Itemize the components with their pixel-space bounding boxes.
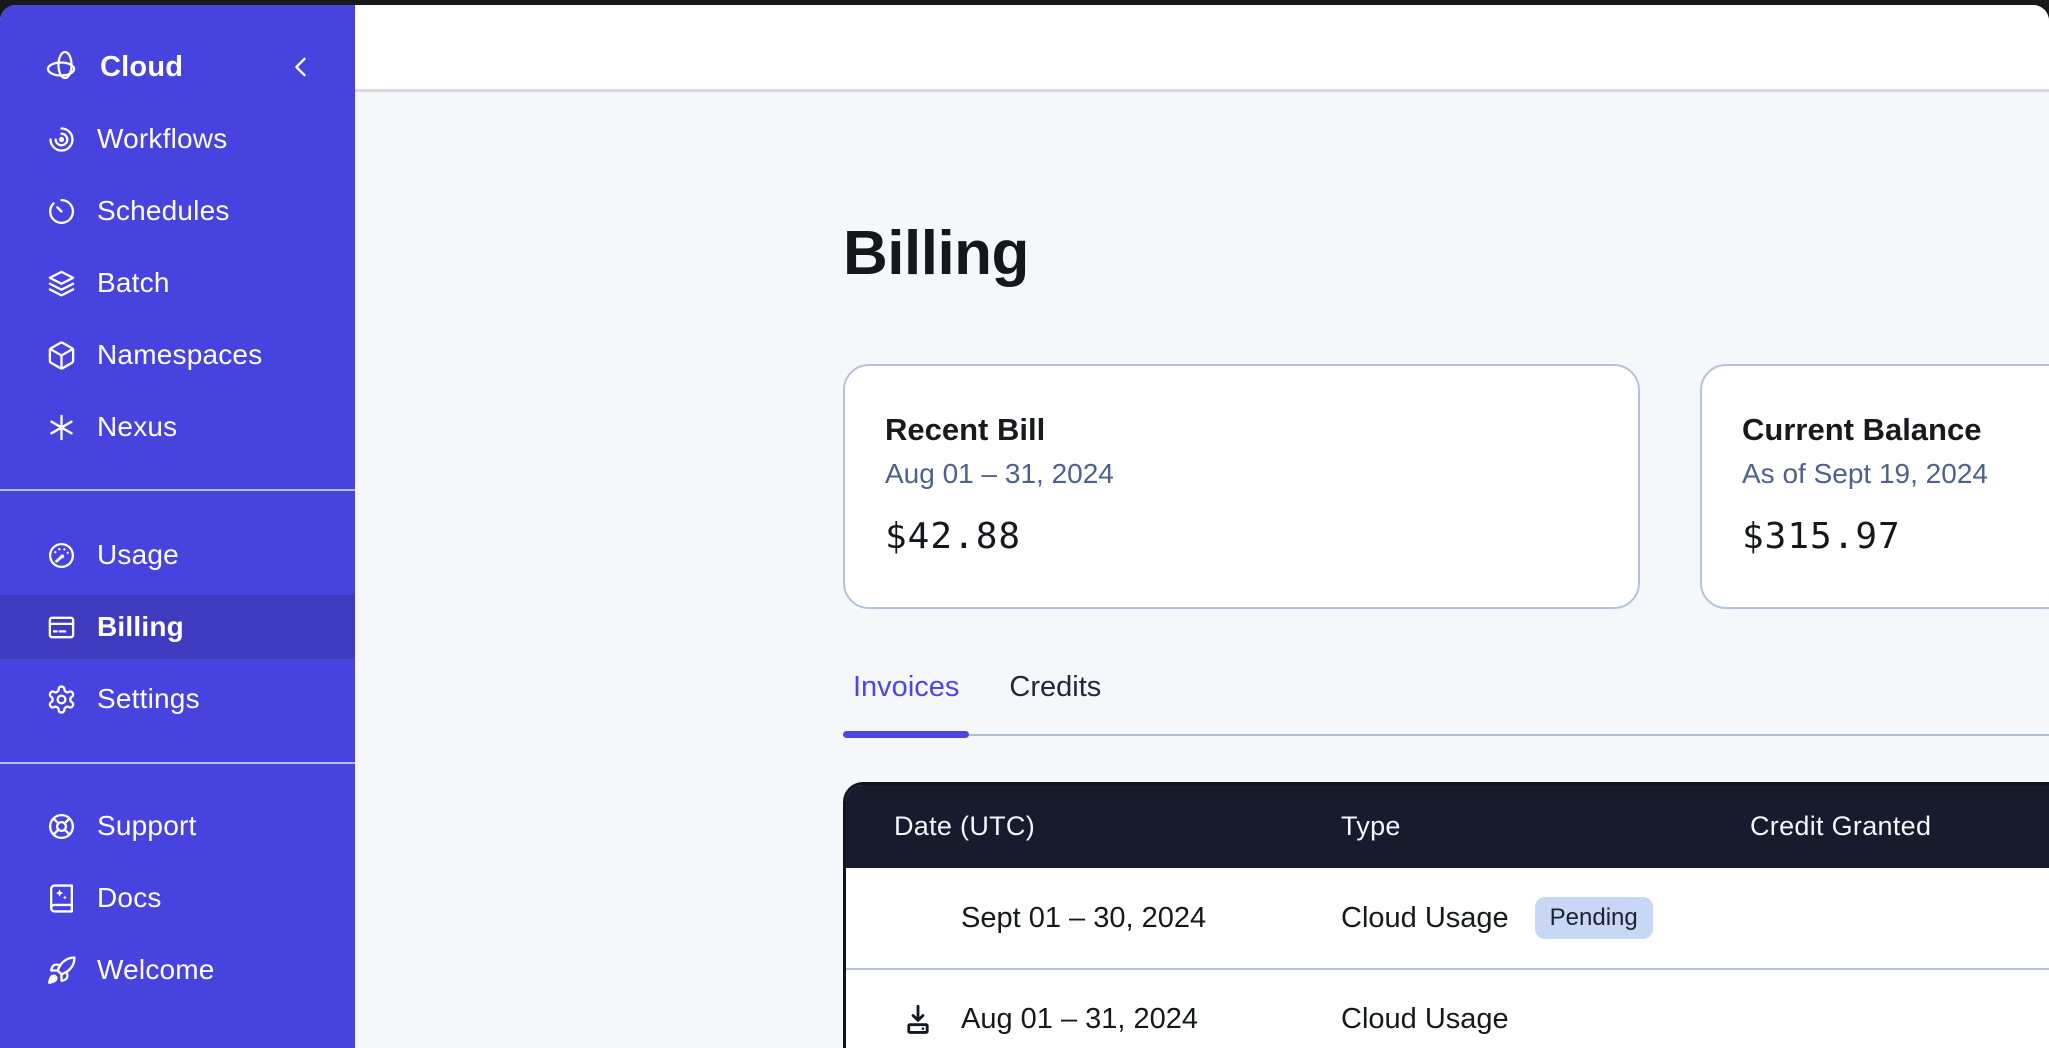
sidebar-divider [0,489,355,491]
sidebar-item-label: Welcome [97,954,215,986]
sidebar-item-namespaces[interactable]: Namespaces [0,319,355,391]
logo-label: Cloud [100,51,267,84]
usage-icon [46,540,77,571]
column-header-type: Type [1341,811,1750,842]
billing-icon [46,612,77,643]
settings-gear-icon [46,684,77,715]
summary-cards-row: Recent Bill Aug 01 – 31, 2024 $42.88 Cur… [843,364,2049,609]
card-amount: $42.88 [885,516,1598,557]
sidebar-item-settings[interactable]: Settings [0,663,355,735]
sidebar-item-workflows[interactable]: Workflows [0,103,355,175]
invoice-date: Aug 01 – 31, 2024 [961,1003,1198,1036]
top-header-bar [355,5,2049,92]
sidebar-item-usage[interactable]: Usage [0,519,355,591]
nexus-icon [46,412,77,443]
recent-bill-card: Recent Bill Aug 01 – 31, 2024 $42.88 [843,364,1640,609]
sidebar-item-welcome[interactable]: Welcome [0,934,355,1006]
sidebar-item-nexus[interactable]: Nexus [0,391,355,463]
support-lifebuoy-icon [46,811,77,842]
sidebar-item-label: Batch [97,267,170,299]
sidebar-item-label: Docs [97,882,162,914]
cell-date: Sept 01 – 30, 2024 [846,902,1341,935]
sidebar-nav-account: Usage Billing [0,519,355,735]
invoice-date: Sept 01 – 30, 2024 [961,902,1206,935]
card-period: As of Sept 19, 2024 [1742,458,2049,490]
invoice-type: Cloud Usage [1341,1003,1509,1036]
cell-type: Cloud Usage Pending [1341,897,1750,939]
card-title: Recent Bill [885,412,1598,448]
sidebar-item-batch[interactable]: Batch [0,247,355,319]
sidebar-item-label: Namespaces [97,339,262,371]
batch-icon [46,268,77,299]
current-balance-card: Current Balance As of Sept 19, 2024 $315… [1700,364,2049,609]
tab-bar: Invoices Credits [843,671,2049,736]
sidebar-item-label: Settings [97,683,200,715]
namespaces-icon [46,340,77,371]
card-title: Current Balance [1742,412,2049,448]
cell-type: Cloud Usage [1341,1003,1750,1036]
sidebar-item-label: Support [97,810,196,842]
sidebar-item-schedules[interactable]: Schedules [0,175,355,247]
sidebar-item-docs[interactable]: Docs [0,862,355,934]
sidebar-collapse-button[interactable] [287,53,315,81]
tab-invoices[interactable]: Invoices [843,671,969,734]
status-badge: Pending [1535,897,1653,939]
app-frame: Cloud Workflows [0,5,2049,1048]
cell-date: Aug 01 – 31, 2024 [846,1002,1341,1036]
welcome-rocket-icon [46,955,77,986]
card-period: Aug 01 – 31, 2024 [885,458,1598,490]
tab-label: Credits [1009,671,1101,703]
invoices-table: Date (UTC) Type Credit Granted Sept 01 –… [843,782,2049,1048]
sidebar-item-support[interactable]: Support [0,790,355,862]
column-header-date: Date (UTC) [846,811,1341,842]
invoice-type: Cloud Usage [1341,902,1509,935]
tab-credits[interactable]: Credits [999,671,1111,734]
sidebar-header-cloud[interactable]: Cloud [0,41,355,93]
sidebar-item-label: Usage [97,539,179,571]
download-invoice-icon[interactable] [901,1002,935,1036]
sidebar-item-label: Billing [97,611,184,643]
sidebar-item-label: Schedules [97,195,230,227]
sidebar-item-billing[interactable]: Billing [0,595,355,659]
column-header-credit-granted: Credit Granted [1750,811,2049,842]
sidebar-item-label: Nexus [97,411,177,443]
temporal-logo-icon [46,50,80,84]
sidebar-nav-main: Workflows Schedules [0,103,355,463]
table-header-row: Date (UTC) Type Credit Granted [846,785,2049,868]
download-icon-slot [901,1002,961,1036]
main-area: Billing Recent Bill Aug 01 – 31, 2024 $4… [355,5,2049,1048]
sidebar-nav-footer: Support Docs [0,790,355,1006]
page-title: Billing [843,220,2049,288]
workflows-icon [46,124,77,155]
tab-label: Invoices [853,671,959,703]
sidebar-item-label: Workflows [97,123,227,155]
sidebar: Cloud Workflows [0,5,355,1048]
billing-page-content: Billing Recent Bill Aug 01 – 31, 2024 $4… [355,92,2049,1048]
sidebar-divider [0,762,355,764]
table-row: Sept 01 – 30, 2024 Cloud Usage Pending [846,868,2049,968]
schedules-icon [46,196,77,227]
card-amount: $315.97 [1742,516,2049,557]
table-row: Aug 01 – 31, 2024 Cloud Usage [846,968,2049,1048]
docs-book-icon [46,883,77,914]
